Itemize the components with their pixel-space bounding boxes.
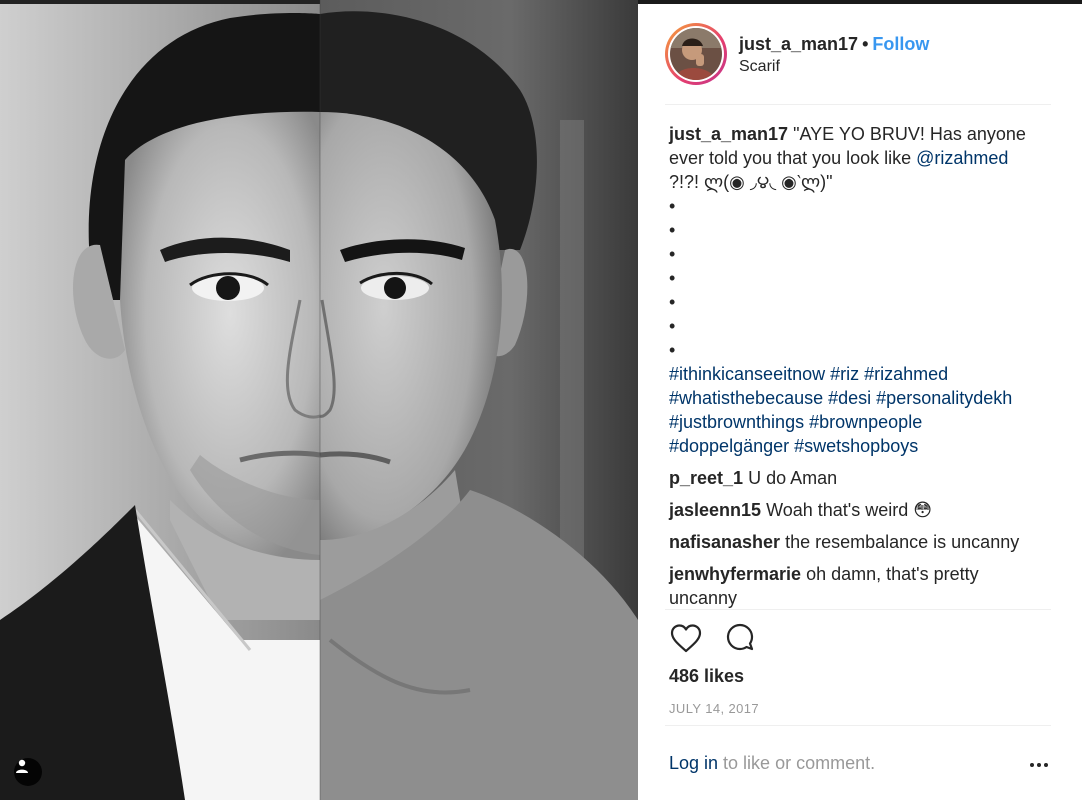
hashtag[interactable]: #brownpeople bbox=[809, 412, 922, 432]
comment-text: the resembalance is uncanny bbox=[785, 532, 1020, 552]
comment-item: nafisanasher the resembalance is uncanny bbox=[669, 530, 1039, 554]
comment-username[interactable]: jenwhyfermarie bbox=[669, 564, 801, 584]
split-face-image bbox=[0, 0, 638, 800]
action-bar bbox=[669, 622, 757, 656]
login-prompt-text: to like or comment. bbox=[718, 753, 876, 773]
comments-section: just_a_man17 "AYE YO BRUV! Has anyone ev… bbox=[669, 122, 1039, 610]
bullet: • bbox=[669, 316, 676, 336]
hashtag[interactable]: #personalitydekh bbox=[876, 388, 1012, 408]
heart-icon[interactable] bbox=[669, 622, 703, 656]
hashtag[interactable]: #justbrownthings bbox=[669, 412, 804, 432]
follow-button[interactable]: Follow bbox=[872, 34, 929, 54]
comment-username[interactable]: nafisanasher bbox=[669, 532, 780, 552]
separator-dot: • bbox=[862, 33, 869, 54]
comment-username[interactable]: p_reet_1 bbox=[669, 468, 743, 488]
caption-username[interactable]: just_a_man17 bbox=[669, 124, 788, 144]
caption-bullets: • • • • • • • bbox=[669, 194, 1039, 362]
login-link[interactable]: Log in bbox=[669, 753, 718, 773]
comments-divider bbox=[665, 609, 1051, 610]
avatar[interactable] bbox=[665, 23, 727, 85]
hashtag[interactable]: #riz bbox=[830, 364, 859, 384]
likes-count[interactable]: 486 likes bbox=[669, 666, 744, 687]
comment-item: jasleenn15 Woah that's weird 😳 bbox=[669, 498, 1039, 522]
hashtag[interactable]: #doppelgänger bbox=[669, 436, 789, 456]
top-strip bbox=[638, 0, 1082, 4]
post-date[interactable]: JULY 14, 2017 bbox=[669, 701, 759, 716]
user-tag-icon[interactable] bbox=[14, 758, 42, 786]
hashtag-list: #ithinkicanseeitnow #riz #rizahmed #what… bbox=[669, 362, 1039, 458]
hashtag[interactable]: #rizahmed bbox=[864, 364, 948, 384]
bullet: • bbox=[669, 340, 676, 360]
bullet: • bbox=[669, 292, 676, 312]
bullet: • bbox=[669, 220, 676, 240]
caption-text-after: ?!?! ლ(◉ ◞౪◟ ◉‵ლ)" bbox=[669, 172, 833, 192]
post-photo[interactable] bbox=[0, 0, 638, 800]
comment-bubble-icon[interactable] bbox=[723, 622, 757, 656]
header-divider bbox=[665, 104, 1051, 105]
more-options-icon[interactable] bbox=[1028, 760, 1050, 770]
bullet: • bbox=[669, 196, 676, 216]
hashtag[interactable]: #whatisthebecause bbox=[669, 388, 823, 408]
post-header: just_a_man17 • Follow Scarif bbox=[665, 22, 1051, 86]
post-username[interactable]: just_a_man17 bbox=[739, 34, 858, 54]
comment-text: U do Aman bbox=[748, 468, 838, 488]
login-prompt: Log in to like or comment. bbox=[669, 753, 1051, 774]
location-link[interactable]: Scarif bbox=[739, 58, 929, 76]
comment-item: p_reet_1 U do Aman bbox=[669, 466, 1039, 490]
hashtag[interactable]: #ithinkicanseeitnow bbox=[669, 364, 825, 384]
caption: just_a_man17 "AYE YO BRUV! Has anyone ev… bbox=[669, 122, 1039, 458]
bullet: • bbox=[669, 244, 676, 264]
comment-username[interactable]: jasleenn15 bbox=[669, 500, 761, 520]
comment-item: jenwhyfermarie oh damn, that's pretty un… bbox=[669, 562, 1039, 610]
hashtag[interactable]: #swetshopboys bbox=[794, 436, 918, 456]
hashtag[interactable]: #desi bbox=[828, 388, 871, 408]
comment-text: Woah that's weird 😳 bbox=[766, 500, 933, 520]
post-side-panel: just_a_man17 • Follow Scarif just_a_man17 … bbox=[638, 0, 1082, 800]
bullet: • bbox=[669, 268, 676, 288]
caption-mention[interactable]: @rizahmed bbox=[916, 148, 1008, 168]
footer-divider bbox=[665, 725, 1051, 726]
avatar-image bbox=[670, 28, 722, 80]
